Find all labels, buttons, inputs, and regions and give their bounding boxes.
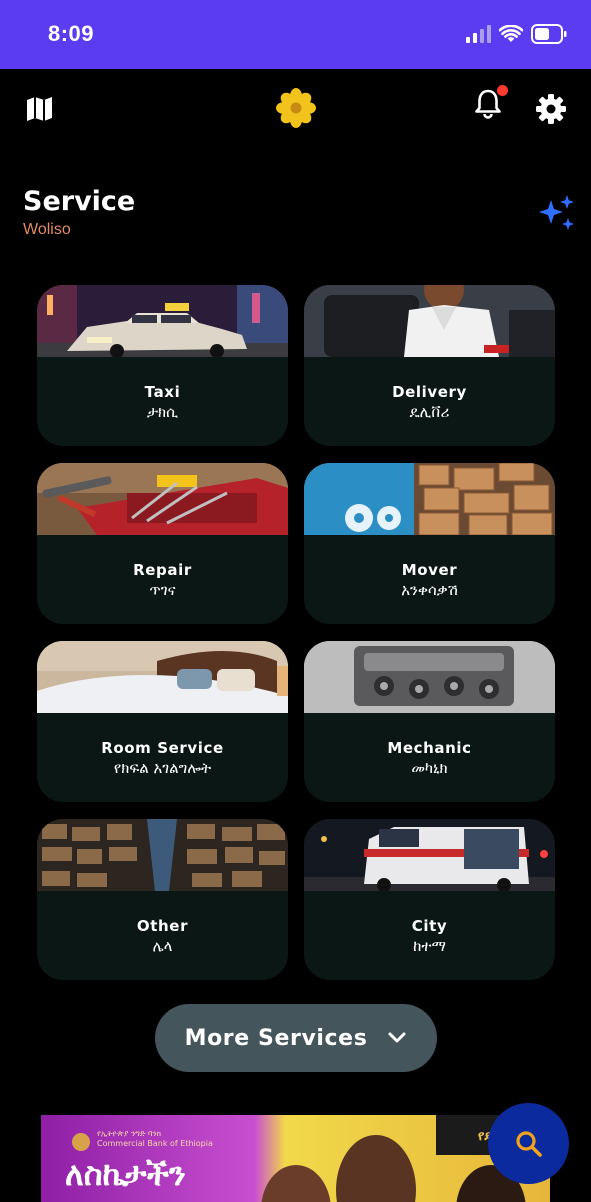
- delivery-image: [304, 285, 555, 357]
- section-title: Service: [23, 186, 136, 217]
- more-services-label: More Services: [184, 1025, 368, 1051]
- service-name: Repair: [133, 561, 192, 579]
- battery-icon: [531, 24, 567, 44]
- location-label[interactable]: Woliso: [23, 221, 71, 239]
- map-icon[interactable]: [25, 96, 54, 122]
- search-icon: [515, 1130, 542, 1157]
- notifications-button[interactable]: [474, 85, 508, 121]
- service-card-mover[interactable]: Mover አንቀሳቃሽ: [304, 463, 555, 624]
- banner-headline: ለስኬታችን: [65, 1155, 186, 1193]
- banner-bank-name-am: የኢትዮጵያ ንግድ ባንክ: [97, 1129, 162, 1138]
- service-name: Delivery: [392, 383, 467, 401]
- status-icons: [465, 24, 567, 44]
- service-name-amharic: ሌላ: [152, 937, 173, 955]
- mechanic-image: [304, 641, 555, 713]
- service-card-taxi[interactable]: Taxi ታክሲ: [37, 285, 288, 446]
- service-card-city[interactable]: City ከተማ: [304, 819, 555, 980]
- service-name: Mover: [401, 561, 458, 579]
- repair-image: [37, 463, 288, 535]
- service-card-room-service[interactable]: Room Service የክፍል አገልግሎት: [37, 641, 288, 802]
- city-image: [304, 819, 555, 891]
- service-name-amharic: መካኒክ: [411, 759, 448, 777]
- service-name: Room Service: [101, 739, 224, 757]
- banner-bank-name-en: Commercial Bank of Ethiopia: [97, 1139, 213, 1148]
- service-name: Mechanic: [387, 739, 472, 757]
- wifi-icon: [499, 25, 523, 42]
- gear-icon[interactable]: [536, 94, 566, 124]
- other-image: [37, 819, 288, 891]
- mover-image: [304, 463, 555, 535]
- notification-dot: [497, 85, 508, 96]
- top-app-bar: [0, 69, 591, 149]
- chevron-down-icon: [388, 1032, 406, 1043]
- service-card-delivery[interactable]: Delivery ዴሊቨሪ: [304, 285, 555, 446]
- service-name: Other: [136, 917, 189, 935]
- room-service-image: [37, 641, 288, 713]
- service-name-amharic: ከተማ: [413, 937, 446, 955]
- service-card-mechanic[interactable]: Mechanic መካኒክ: [304, 641, 555, 802]
- sparkles-icon[interactable]: [537, 194, 577, 234]
- more-services-button[interactable]: More Services: [155, 1004, 437, 1072]
- search-fab[interactable]: [488, 1103, 569, 1184]
- signal-icon: [466, 25, 491, 43]
- service-name-amharic: አንቀሳቃሽ: [401, 581, 458, 599]
- service-card-other[interactable]: Other ሌላ: [37, 819, 288, 980]
- taxi-image: [37, 285, 288, 357]
- status-bar: 8:09: [0, 0, 591, 69]
- service-name-amharic: ጥገና: [149, 581, 176, 599]
- promo-banner[interactable]: የኢትዮጵያ ንግድ ባንክ Commercial Bank of Ethiop…: [41, 1115, 550, 1202]
- service-name-amharic: የክፍል አገልግሎት: [113, 759, 212, 777]
- service-name: City: [411, 917, 448, 935]
- service-name-amharic: ዴሊቨሪ: [409, 403, 450, 421]
- service-name: Taxi: [144, 383, 181, 401]
- banner-bank-name: የኢትዮጵያ ንግድ ባንክ Commercial Bank of Ethiop…: [97, 1129, 213, 1149]
- service-name-amharic: ታክሲ: [146, 403, 179, 421]
- service-card-repair[interactable]: Repair ጥገና: [37, 463, 288, 624]
- flower-logo-icon[interactable]: [275, 87, 317, 129]
- status-time: 8:09: [48, 21, 95, 46]
